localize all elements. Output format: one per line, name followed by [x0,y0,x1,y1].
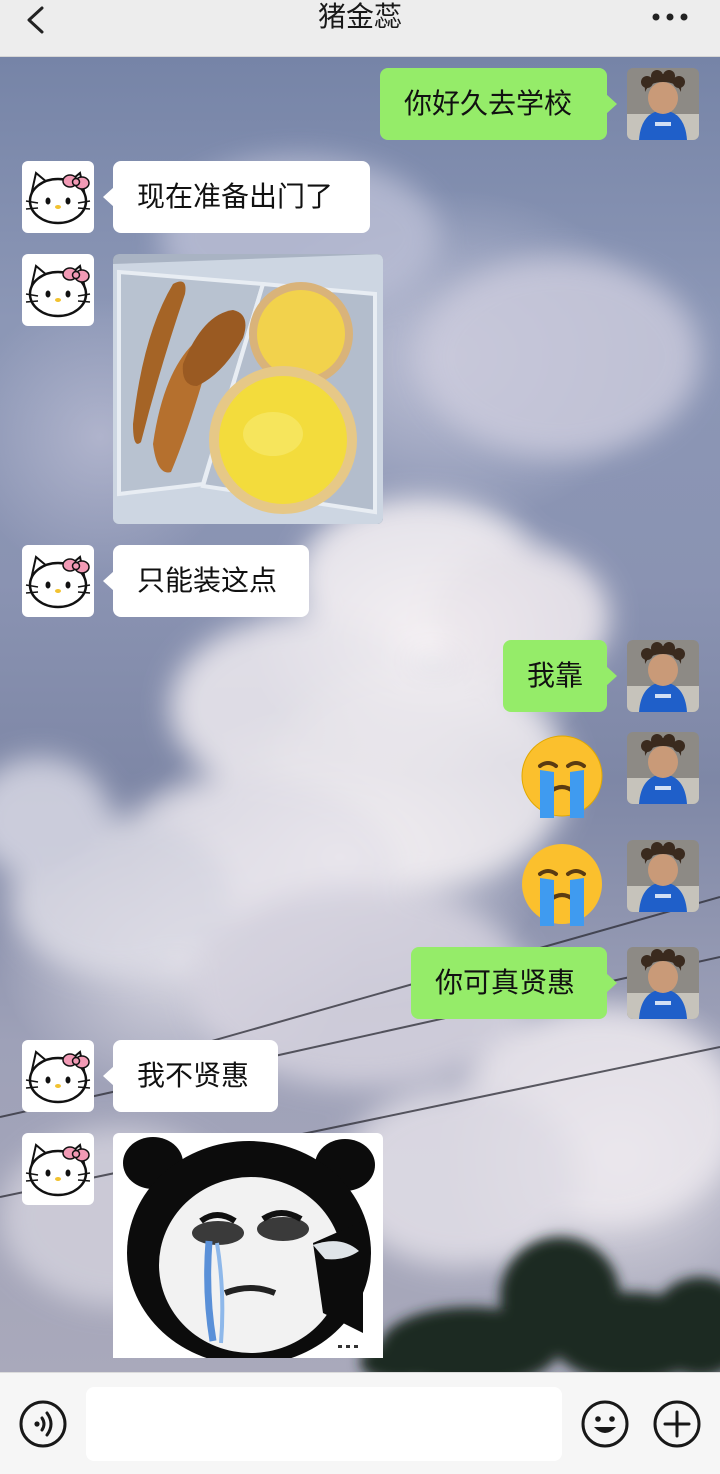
contact-avatar[interactable] [22,161,94,233]
more-dots-icon [652,13,688,21]
boy-avatar-icon [627,68,699,140]
plus-circle-icon [653,1400,701,1448]
message-input[interactable] [86,1387,562,1461]
hello-kitty-icon [22,1133,94,1205]
chat-header: 猪金蕊 [0,0,720,57]
my-avatar[interactable] [627,947,699,1019]
more-button[interactable] [650,4,690,30]
food-photo-message[interactable] [113,254,383,524]
boy-avatar-icon [627,840,699,912]
message-bubble-mine[interactable]: 你好久去学校 [380,68,617,140]
hello-kitty-icon [22,545,94,617]
sticker-message[interactable] [113,1133,383,1358]
chat-area[interactable]: 你好久去学校 现在准备出门了 只能装这点 我靠 你可真贤惠 我不贤惠 [0,57,720,1372]
food-photo-image [113,254,383,524]
message-bubble-theirs[interactable]: 我不贤惠 [103,1040,278,1112]
smile-icon [581,1400,629,1448]
contact-avatar[interactable] [22,545,94,617]
boy-avatar-icon [627,640,699,712]
input-bar [0,1372,720,1474]
loudly-crying-face-icon [522,844,602,926]
hello-kitty-icon [22,254,94,326]
voice-icon [19,1400,67,1448]
boy-avatar-icon [627,947,699,1019]
my-avatar[interactable] [627,732,699,804]
hello-kitty-icon [22,161,94,233]
contact-avatar[interactable] [22,254,94,326]
emoji-button[interactable] [580,1399,630,1449]
my-avatar[interactable] [627,840,699,912]
contact-avatar[interactable] [22,1040,94,1112]
message-bubble-theirs[interactable]: 只能装这点 [103,545,309,617]
emoji-message[interactable] [518,840,606,928]
my-avatar[interactable] [627,640,699,712]
contact-avatar[interactable] [22,1133,94,1205]
boy-avatar-icon [627,732,699,804]
chat-title: 猪金蕊 [317,0,402,33]
voice-button[interactable] [18,1399,68,1449]
message-bubble-theirs[interactable]: 现在准备出门了 [103,161,370,233]
hello-kitty-icon [22,1040,94,1112]
my-avatar[interactable] [627,68,699,140]
crying-panda-sticker-image [113,1133,383,1358]
message-bubble-mine[interactable]: 我靠 [503,640,617,712]
loudly-crying-face-icon [521,735,603,818]
more-functions-button[interactable] [652,1399,702,1449]
emoji-message[interactable] [518,732,606,820]
message-bubble-mine[interactable]: 你可真贤惠 [411,947,617,1019]
